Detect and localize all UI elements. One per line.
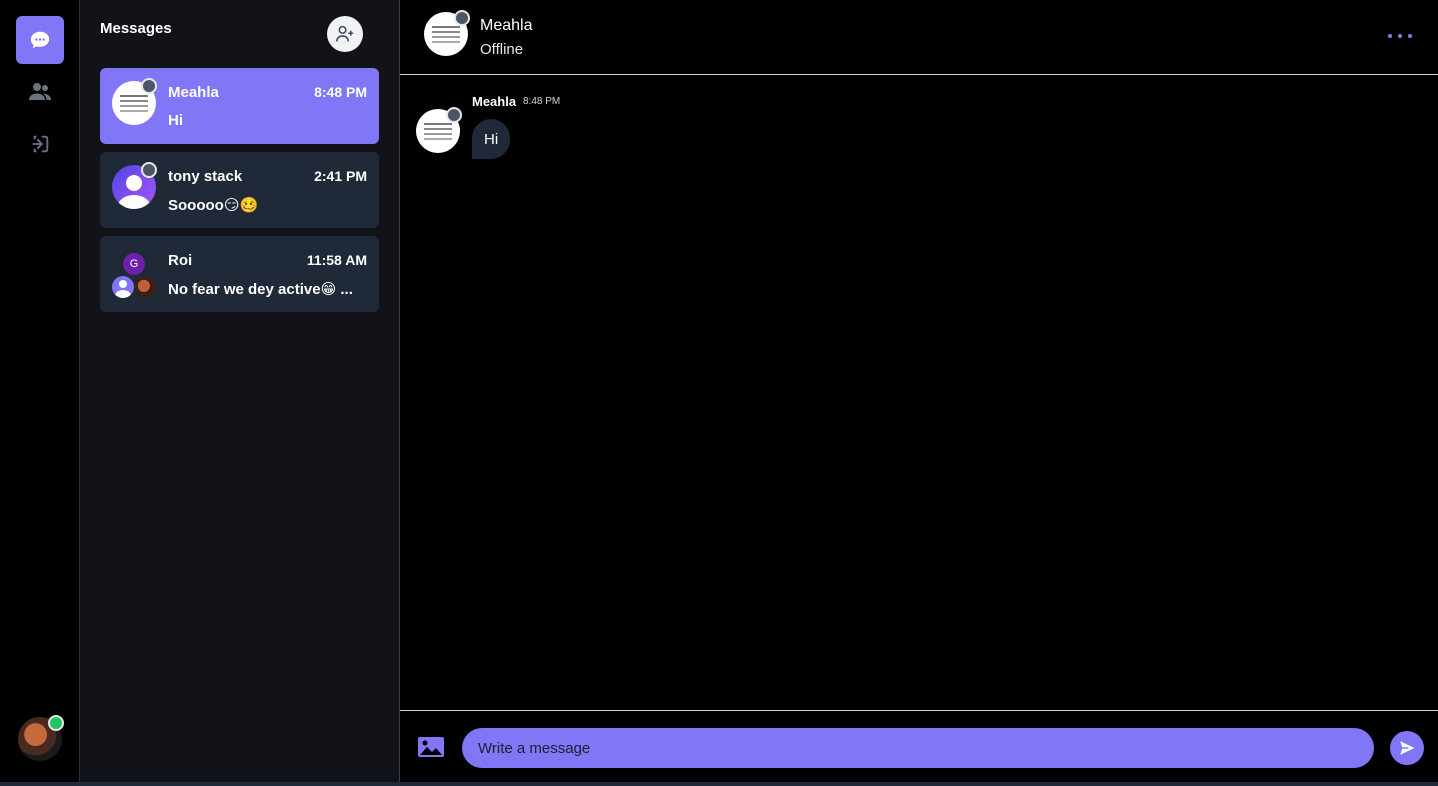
window-bottom-edge xyxy=(0,782,1438,786)
conversation-preview: Sooooo😏🥴 xyxy=(168,197,259,214)
group-member-avatar xyxy=(112,276,134,298)
image-icon xyxy=(418,737,444,757)
chat-header: Meahla Offline xyxy=(400,0,1438,75)
conversation-name: Meahla xyxy=(168,84,219,101)
add-user-icon xyxy=(336,25,354,42)
message-time: 8:48 PM xyxy=(523,96,561,107)
nav-rail xyxy=(0,0,80,786)
chats-nav-button[interactable] xyxy=(16,16,64,64)
group-member-avatar xyxy=(134,276,156,298)
more-options-button[interactable] xyxy=(1388,26,1412,46)
conversation-time: 8:48 PM xyxy=(314,84,367,100)
message-sender-name: Meahla xyxy=(472,94,517,109)
offline-status-dot xyxy=(141,162,157,178)
conversation-preview: Hi xyxy=(168,112,183,129)
message-input[interactable] xyxy=(462,728,1374,768)
more-dots-icon xyxy=(1388,34,1392,38)
send-icon xyxy=(1400,741,1415,755)
add-friend-button[interactable] xyxy=(327,16,363,52)
logout-nav-button[interactable] xyxy=(16,120,64,168)
online-status-dot xyxy=(48,715,64,731)
logout-icon xyxy=(32,135,49,153)
conversation-item[interactable]: tony stack 2:41 PM Sooooo😏🥴 xyxy=(100,152,379,228)
list-title: Messages xyxy=(100,20,172,37)
message-composer xyxy=(400,710,1438,786)
offline-status-dot xyxy=(446,107,462,123)
offline-status-dot xyxy=(454,10,470,26)
group-badge: G xyxy=(123,253,145,275)
conversation-preview: No fear we dey active😁 ... xyxy=(168,281,353,298)
attach-image-button[interactable] xyxy=(417,735,445,759)
message-bubble: Hi xyxy=(472,119,511,159)
contact-status: Offline xyxy=(480,41,524,58)
conversation-time: 11:58 AM xyxy=(306,252,367,268)
offline-status-dot xyxy=(141,78,157,94)
chat-panel: Meahla Offline Meahla 8:48 PM Hi xyxy=(400,0,1438,786)
friends-icon xyxy=(29,83,51,100)
chat-bubble-icon xyxy=(30,31,50,49)
contact-name: Meahla xyxy=(480,17,533,34)
conversation-item[interactable]: G Roi 11:58 AM No fear we dey active😁 ..… xyxy=(100,236,379,312)
send-button[interactable] xyxy=(1390,731,1424,765)
conversation-item[interactable]: Meahla 8:48 PM Hi xyxy=(100,68,379,144)
conversation-time: 2:41 PM xyxy=(314,168,367,184)
conversation-name: Roi xyxy=(168,252,193,269)
conversation-list-panel: Messages Meahla 8:48 PM Hi tony stack 2:… xyxy=(80,0,400,786)
friends-nav-button[interactable] xyxy=(16,68,64,116)
conversation-name: tony stack xyxy=(168,168,243,185)
